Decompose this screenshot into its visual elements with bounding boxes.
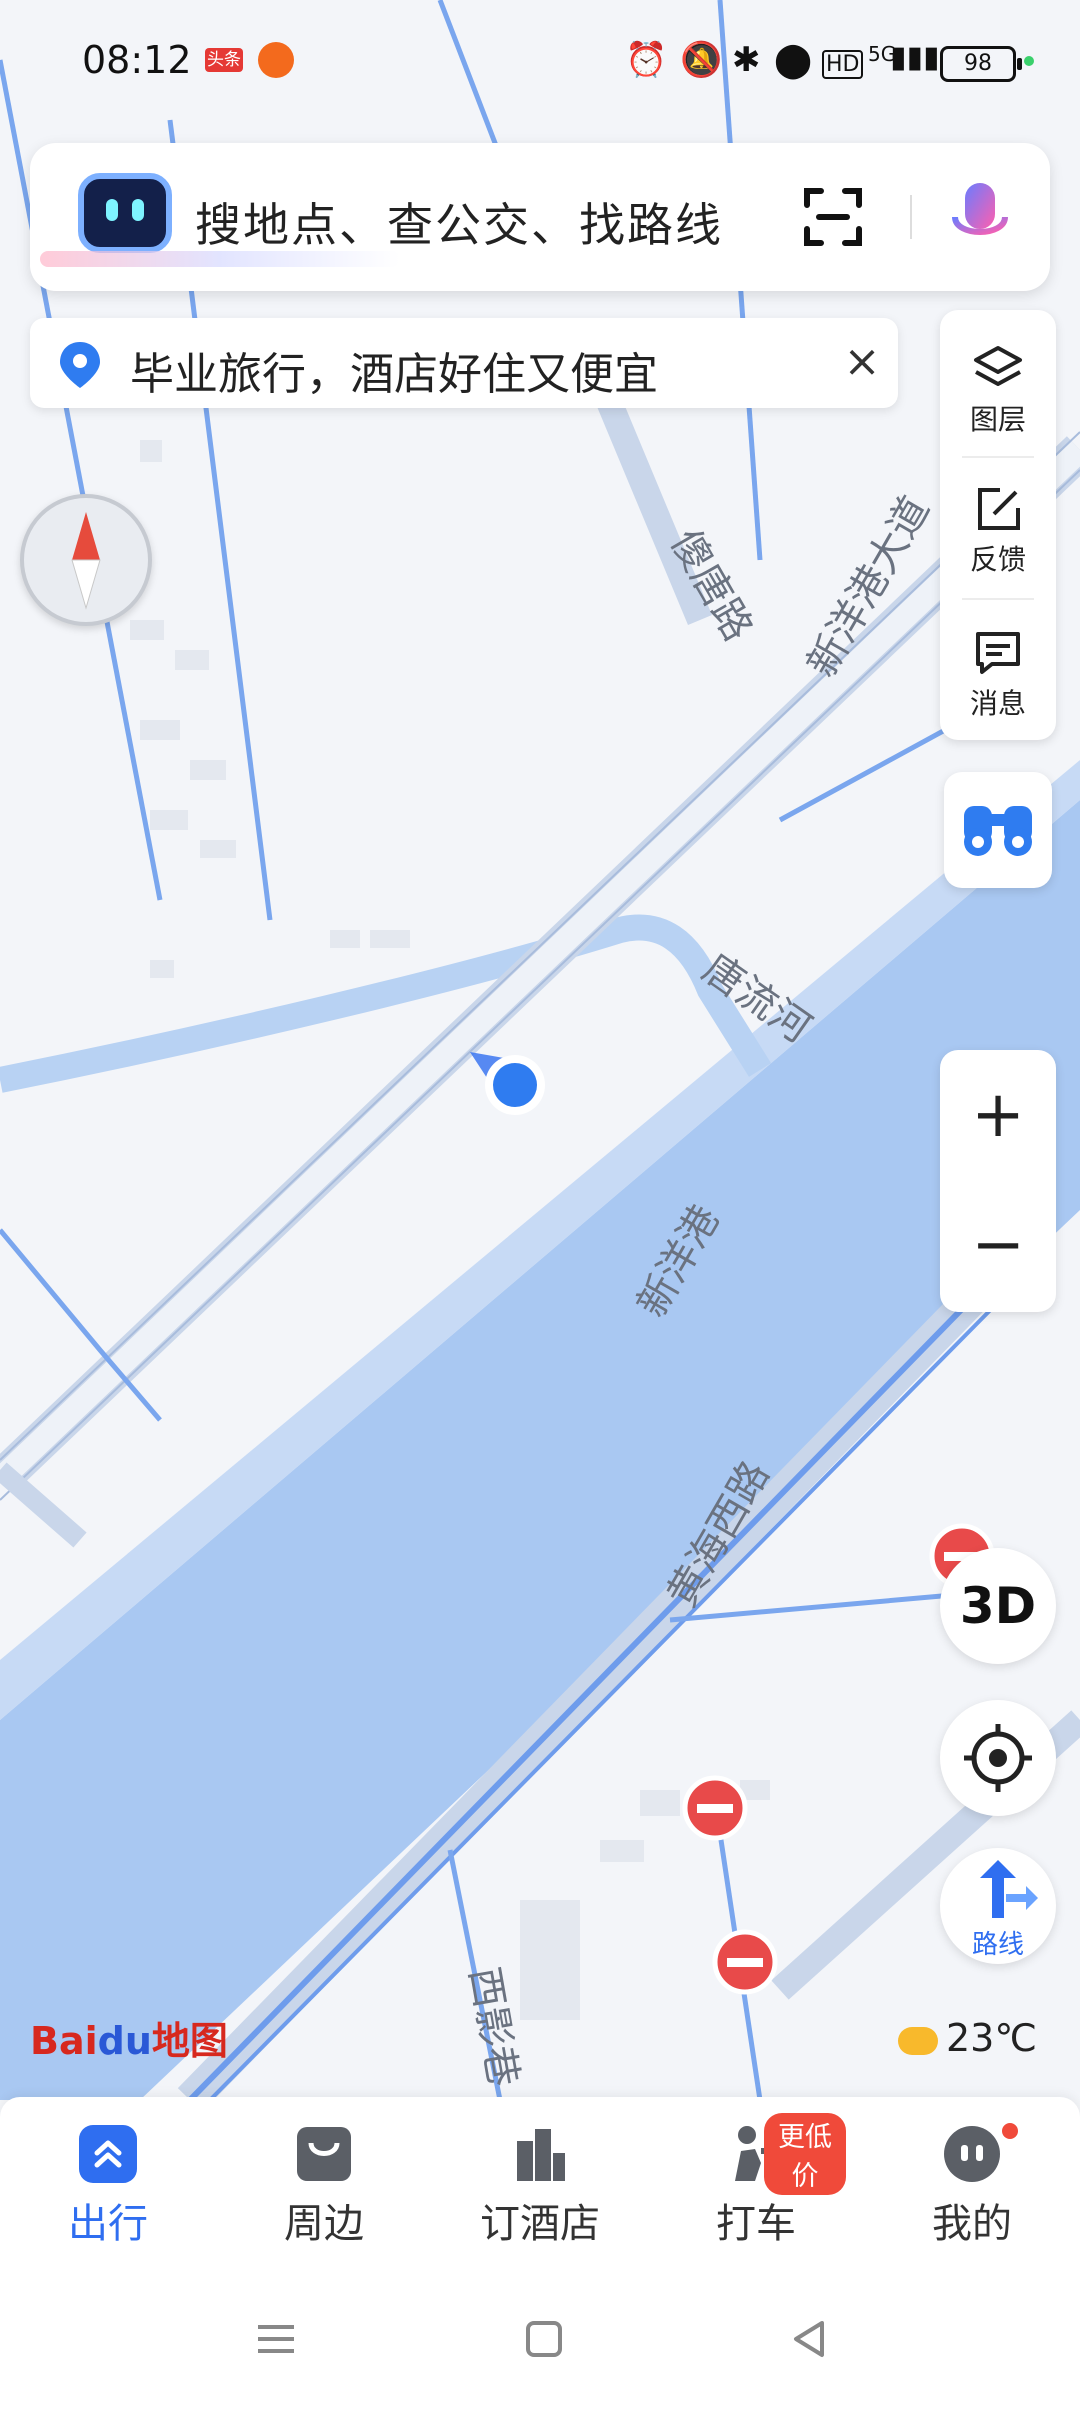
nearby-bag-icon xyxy=(297,2127,351,2181)
tab-taxi[interactable]: 打车 更低价 xyxy=(666,2113,846,2253)
logo-ditu: 地图 xyxy=(151,2019,228,2063)
taxi-promo-badge: 更低价 xyxy=(764,2113,846,2195)
tab-taxi-label: 打车 xyxy=(716,2201,796,2247)
privacy-dot xyxy=(1024,56,1034,66)
map-pin-icon xyxy=(60,342,100,388)
system-navigation-bar xyxy=(0,2267,1080,2412)
zoom-out-button[interactable]: − xyxy=(940,1180,1056,1310)
signal-icon: ▮▮▮ xyxy=(890,40,940,75)
hotel-building-icon xyxy=(517,2129,565,2181)
map-tools-panel: 图层 反馈 消息 xyxy=(940,310,1056,740)
layers-button[interactable]: 图层 xyxy=(940,322,1056,452)
tab-profile[interactable]: 我的 xyxy=(882,2123,1062,2253)
zoom-controls: + − xyxy=(940,1050,1056,1312)
route-arrow-icon xyxy=(980,1860,1038,1918)
layers-label: 图层 xyxy=(969,403,1026,436)
feedback-button[interactable]: 反馈 xyxy=(940,462,1056,592)
news-badge: 头条 xyxy=(205,48,243,72)
weather-widget[interactable]: 23℃ xyxy=(898,2016,1037,2060)
feedback-edit-icon xyxy=(978,488,1020,530)
battery-icon: 98 xyxy=(940,46,1022,82)
promo-text: 毕业旅行，酒店好住又便宜 xyxy=(130,349,658,400)
zoom-in-button[interactable]: + xyxy=(940,1050,1056,1180)
route-label: 路线 xyxy=(971,1930,1024,1960)
logo-bai: Bai xyxy=(30,2019,98,2063)
no-entry-icon xyxy=(682,1775,748,1841)
street-view-button[interactable] xyxy=(944,772,1052,888)
back-icon[interactable] xyxy=(780,2309,840,2369)
tab-travel-label: 出行 xyxy=(68,2201,148,2247)
status-bar: 08:12 头条 ⏰ 🔕 ✱ ⬤ HD 5G ▮▮▮ 98 xyxy=(0,0,1080,125)
route-button[interactable]: 路线 xyxy=(940,1848,1056,1964)
compass-icon xyxy=(71,512,101,610)
location-icon: ⬤ xyxy=(774,40,813,80)
bell-mute-icon: 🔕 xyxy=(680,40,723,80)
search-bar[interactable]: 搜地点、查公交、找路线 xyxy=(30,143,1050,291)
hd-icon: HD xyxy=(822,50,864,79)
tab-hotel[interactable]: 订酒店 xyxy=(450,2123,630,2253)
home-icon[interactable] xyxy=(514,2309,574,2369)
messages-label: 消息 xyxy=(969,687,1026,720)
bluetooth-icon: ✱ xyxy=(732,40,761,80)
locate-button[interactable] xyxy=(940,1700,1056,1816)
promo-banner[interactable]: 毕业旅行，酒店好住又便宜 × xyxy=(30,318,898,408)
tab-nearby-label: 周边 xyxy=(284,2201,364,2247)
notification-dot xyxy=(1002,2123,1018,2139)
status-time: 08:12 xyxy=(82,38,192,82)
layers-icon xyxy=(974,346,1022,386)
tab-profile-label: 我的 xyxy=(932,2201,1012,2247)
tab-hotel-label: 订酒店 xyxy=(480,2201,600,2247)
partly-cloudy-icon xyxy=(898,2026,938,2055)
search-input[interactable]: 搜地点、查公交、找路线 xyxy=(195,189,723,255)
pumpkin-icon xyxy=(258,42,294,78)
search-divider xyxy=(910,195,912,239)
messages-button[interactable]: 消息 xyxy=(940,606,1056,736)
no-entry-icon xyxy=(712,1929,778,1995)
tab-travel[interactable]: 出行 xyxy=(18,2123,198,2253)
logo-du: du xyxy=(97,2019,152,2063)
feedback-label: 反馈 xyxy=(969,543,1026,576)
assistant-robot-icon[interactable] xyxy=(78,173,172,253)
tab-nearby[interactable]: 周边 xyxy=(234,2123,414,2253)
menu-icon[interactable] xyxy=(246,2309,306,2369)
microphone-icon[interactable] xyxy=(945,179,1015,259)
bottom-tab-bar: 出行 周边 订酒店 打车 更低价 我的 xyxy=(0,2097,1080,2267)
scan-icon[interactable] xyxy=(803,187,863,247)
binoculars-icon xyxy=(964,806,1032,856)
message-icon xyxy=(976,632,1020,674)
map-canvas[interactable]: 傻唐路 新洋港大道 唐流河 新洋港 黄海西路 西影巷 xyxy=(0,0,1080,2100)
baidu-map-logo: Baidu地图 xyxy=(30,2010,228,2065)
temperature: 23℃ xyxy=(946,2016,1038,2060)
profile-avatar-icon xyxy=(944,2126,1000,2182)
close-icon[interactable]: × xyxy=(840,340,884,384)
3d-toggle-button[interactable]: 3D xyxy=(940,1548,1056,1664)
crosshair-icon xyxy=(964,1724,1032,1792)
compass-button[interactable] xyxy=(20,494,152,626)
alarm-icon: ⏰ xyxy=(625,40,668,80)
travel-icon xyxy=(79,2125,137,2183)
